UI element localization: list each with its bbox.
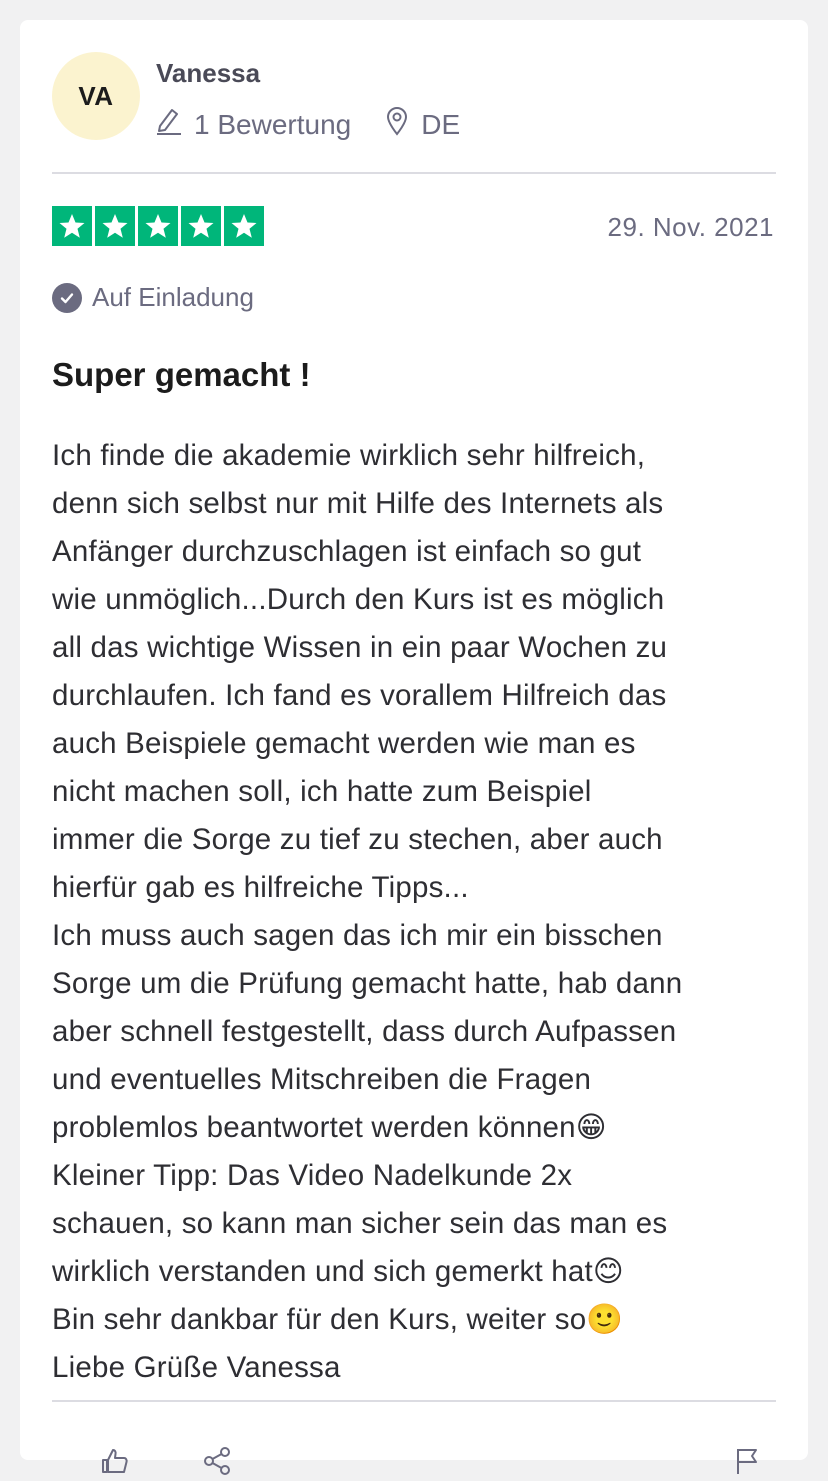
thumbs-up-icon[interactable] — [100, 1446, 130, 1481]
review-text-line: immer die Sorge zu tief zu stechen, aber… — [52, 823, 663, 856]
review-text-line: nicht machen soll, ich hatte zum Beispie… — [52, 775, 592, 808]
invitation-label[interactable]: Auf Einladung — [52, 282, 254, 313]
review-text-line: Ich muss auch sagen das ich mir ein biss… — [52, 919, 663, 952]
star-icon — [52, 206, 92, 246]
country-label: DE — [421, 108, 461, 140]
review-text-line: Bin sehr dankbar für den Kurs, weiter so… — [52, 1303, 624, 1336]
review-title: Super gemacht ! — [52, 356, 311, 393]
star-rating — [52, 206, 267, 246]
review-text-line: denn sich selbst nur mit Hilfe des Inter… — [52, 487, 664, 520]
divider — [52, 1400, 776, 1402]
star-icon — [224, 206, 264, 246]
share-icon[interactable] — [202, 1446, 232, 1481]
star-icon — [181, 206, 221, 246]
review-text-line: Kleiner Tipp: Das Video Nadelkunde 2x — [52, 1159, 573, 1192]
avatar[interactable]: VA — [52, 52, 140, 140]
reviewer-header: VA Vanessa 1 Bewertung DE — [52, 52, 776, 174]
review-text-line: all das wichtige Wissen in ein paar Woch… — [52, 631, 668, 664]
review-text-line: Sorge um die Prüfung gemacht hatte, hab … — [52, 967, 683, 1000]
divider — [52, 172, 776, 174]
review-date: 29. Nov. 2021 — [607, 212, 774, 242]
review-text-line: aber schnell festgestellt, dass durch Au… — [52, 1015, 677, 1048]
verified-check-icon — [52, 282, 82, 313]
review-count-label: 1 Bewertung — [194, 108, 352, 140]
location-pin-icon — [385, 106, 421, 143]
reviewer-name[interactable]: Vanessa — [156, 58, 260, 89]
review-text-line: durchlaufen. Ich fand es vorallem Hilfre… — [52, 679, 667, 712]
review-text-line: Ich finde die akademie wirklich sehr hil… — [52, 439, 646, 472]
review-card: VA Vanessa 1 Bewertung DE 29. Nov. 2021 … — [20, 20, 808, 1475]
review-text-line: problemlos beantwortet werden können😁 — [52, 1111, 607, 1144]
review-text-line: wirklich verstanden und sich gemerkt hat… — [52, 1255, 624, 1288]
review-text-line: schauen, so kann man sicher sein das man… — [52, 1207, 668, 1240]
review-text-line: hierfür gab es hilfreiche Tipps... — [52, 871, 469, 904]
reviewer-country: DE — [385, 106, 460, 143]
review-text-line: wie unmöglich...Durch den Kurs ist es mö… — [52, 583, 665, 616]
review-text: Ich finde die akademie wirklich sehr hil… — [52, 432, 782, 1392]
invitation-text: Auf Einladung — [92, 282, 254, 312]
star-icon — [138, 206, 178, 246]
pencil-icon — [156, 106, 194, 143]
review-count: 1 Bewertung — [156, 106, 351, 143]
review-text-line: auch Beispiele gemacht werden wie man es — [52, 727, 636, 760]
review-text-line: Liebe Grüße Vanessa — [52, 1351, 341, 1384]
star-icon — [95, 206, 135, 246]
review-actions — [52, 1440, 776, 1480]
review-text-line: und eventuelles Mitschreiben die Fragen — [52, 1063, 592, 1096]
review-text-line: Anfänger durchzuschlagen ist einfach so … — [52, 535, 642, 568]
reviewer-meta: 1 Bewertung DE — [156, 106, 460, 143]
flag-icon[interactable] — [734, 1446, 760, 1481]
